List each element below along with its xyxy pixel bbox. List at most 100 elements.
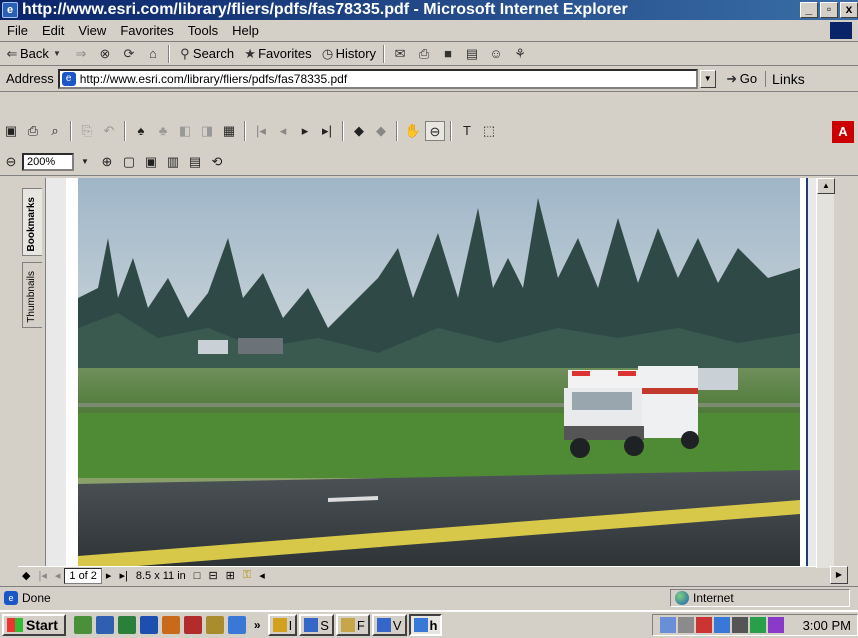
- menu-file[interactable]: File: [0, 23, 35, 38]
- last-page-small-icon[interactable]: ▸|: [115, 569, 131, 582]
- address-dropdown-button[interactable]: ▼: [699, 69, 716, 88]
- tab-bookmarks[interactable]: Bookmarks: [22, 188, 42, 256]
- quicklaunch-excel-icon[interactable]: [117, 616, 136, 634]
- fit-width-icon[interactable]: ▥: [163, 152, 183, 172]
- go-label: Go: [739, 70, 758, 86]
- scroll-up-arrow-icon[interactable]: ▲: [817, 178, 835, 194]
- first-page-icon[interactable]: |◂: [251, 121, 271, 141]
- antivirus-icon[interactable]: [695, 617, 712, 633]
- text-select-icon[interactable]: T: [457, 121, 477, 141]
- stop-button[interactable]: ⊗: [93, 44, 117, 64]
- copy-icon[interactable]: ⎘: [77, 121, 97, 141]
- prev-page-small-icon[interactable]: ◂: [51, 569, 65, 582]
- tab-thumbnails[interactable]: Thumbnails: [22, 262, 42, 328]
- hand-tool-icon[interactable]: ✋: [403, 121, 423, 141]
- messenger-button[interactable]: ☺: [484, 44, 508, 64]
- vertical-scrollbar[interactable]: ▲: [816, 178, 835, 568]
- menu-help[interactable]: Help: [225, 23, 266, 38]
- maximize-button[interactable]: ▫: [820, 2, 838, 18]
- navigate-left-icon[interactable]: ◧: [175, 121, 195, 141]
- continuous-icon[interactable]: ⊟: [204, 569, 221, 582]
- zoom-out-icon[interactable]: ⊖: [1, 152, 21, 172]
- windows-flag-icon: [7, 618, 23, 632]
- forward-button[interactable]: ⇒: [69, 44, 93, 64]
- next-page-icon[interactable]: ▸: [295, 121, 315, 141]
- close-button[interactable]: x: [840, 2, 858, 18]
- taskbar-button-4[interactable]: V: [371, 614, 407, 636]
- last-page-icon[interactable]: ▸|: [317, 121, 337, 141]
- discuss-button[interactable]: ▤: [460, 44, 484, 64]
- quicklaunch-ie-icon[interactable]: [227, 616, 246, 634]
- refresh-button[interactable]: ⟳: [117, 44, 141, 64]
- history-button[interactable]: ◷ History: [316, 44, 380, 64]
- actual-size-icon[interactable]: ▢: [119, 152, 139, 172]
- save-icon[interactable]: ▣: [1, 121, 21, 141]
- mail-button[interactable]: ✉: [388, 44, 412, 64]
- first-page-small-icon[interactable]: |◂: [34, 569, 50, 582]
- zoom-dropdown-icon[interactable]: ▼: [75, 152, 95, 172]
- display-icon[interactable]: [731, 617, 748, 633]
- quicklaunch-outlook-icon[interactable]: [95, 616, 114, 634]
- taskbar-button-3[interactable]: F: [335, 614, 370, 636]
- go-button[interactable]: ➜ Go: [716, 71, 765, 87]
- scroll-right-arrow-icon[interactable]: ▶: [830, 566, 848, 584]
- print-button[interactable]: ⎙: [412, 44, 436, 64]
- quicklaunch-word-icon[interactable]: [139, 616, 158, 634]
- tray-app-icon[interactable]: [767, 617, 784, 633]
- minimize-button[interactable]: _: [800, 2, 818, 18]
- home-button[interactable]: ⌂: [141, 44, 165, 64]
- search-icon[interactable]: ⌕: [45, 121, 65, 141]
- back-view-icon[interactable]: ◆: [349, 121, 369, 141]
- clock[interactable]: 3:00 PM: [803, 618, 851, 633]
- rotate-icon[interactable]: ⟲: [207, 152, 227, 172]
- favorites-label: Favorites: [258, 46, 312, 61]
- navigate-right-icon[interactable]: ◨: [197, 121, 217, 141]
- quicklaunch-more-icon[interactable]: »: [254, 618, 261, 632]
- address-input[interactable]: e http://www.esri.com/library/fliers/pdf…: [57, 68, 698, 89]
- quicklaunch-powerpoint-icon[interactable]: [161, 616, 180, 634]
- standard-toolbar: ⇐ Back ▼ ⇒ ⊗ ⟳ ⌂ ⚲ Search ★ Favorites ◷ …: [0, 42, 858, 66]
- start-button[interactable]: Start: [2, 614, 66, 636]
- pane-toggle-icon[interactable]: ▦: [219, 121, 239, 141]
- fit-visible-icon[interactable]: ▤: [185, 152, 205, 172]
- menu-view[interactable]: View: [71, 23, 113, 38]
- quicklaunch-access-icon[interactable]: [183, 616, 202, 634]
- print-icon[interactable]: ⎙: [23, 121, 43, 141]
- ie-app-icon[interactable]: e: [2, 2, 18, 18]
- single-page-icon[interactable]: □: [190, 570, 205, 582]
- next-page-small-icon[interactable]: ▸: [102, 569, 116, 582]
- zoom-tool-icon[interactable]: ⊖: [425, 121, 445, 141]
- messenger-icon[interactable]: [713, 617, 730, 633]
- facing-icon[interactable]: ⊞: [222, 569, 239, 582]
- quicklaunch-desktop-icon[interactable]: [73, 616, 92, 634]
- favorites-button[interactable]: ★ Favorites: [238, 44, 315, 64]
- forward-view-icon[interactable]: ◆: [371, 121, 391, 141]
- document-view[interactable]: [46, 178, 816, 566]
- research-button[interactable]: ⚘: [508, 44, 532, 64]
- graphics-select-icon[interactable]: ⬚: [479, 121, 499, 141]
- zoom-in-icon[interactable]: ⊕: [97, 152, 117, 172]
- undo-icon[interactable]: ↶: [99, 121, 119, 141]
- search-button[interactable]: ⚲ Search: [173, 44, 238, 64]
- volume-icon[interactable]: [677, 617, 694, 633]
- quicklaunch-app-icon[interactable]: [205, 616, 224, 634]
- back-button[interactable]: ⇐ Back ▼: [0, 44, 69, 64]
- zoom-field[interactable]: 200%: [22, 152, 74, 171]
- update-icon[interactable]: [749, 617, 766, 633]
- edit-button[interactable]: ■: [436, 44, 460, 64]
- menu-tools[interactable]: Tools: [181, 23, 225, 38]
- find-next-icon[interactable]: ♣: [153, 121, 173, 141]
- menu-edit[interactable]: Edit: [35, 23, 71, 38]
- prev-page-icon[interactable]: ◂: [273, 121, 293, 141]
- nav-pane-toggle-icon[interactable]: ◆: [18, 569, 34, 582]
- taskbar-button-1[interactable]: I: [267, 614, 298, 636]
- network-icon[interactable]: [659, 617, 676, 633]
- page-indicator[interactable]: 1 of 2: [64, 567, 102, 584]
- fit-page-icon[interactable]: ▣: [141, 152, 161, 172]
- scroll-left-arrow-icon[interactable]: ◂: [255, 569, 269, 582]
- menu-favorites[interactable]: Favorites: [113, 23, 180, 38]
- links-button[interactable]: Links: [765, 70, 811, 87]
- taskbar-button-5[interactable]: h: [408, 614, 443, 636]
- taskbar-button-2[interactable]: S: [299, 614, 334, 636]
- find-icon[interactable]: ♠: [131, 121, 151, 141]
